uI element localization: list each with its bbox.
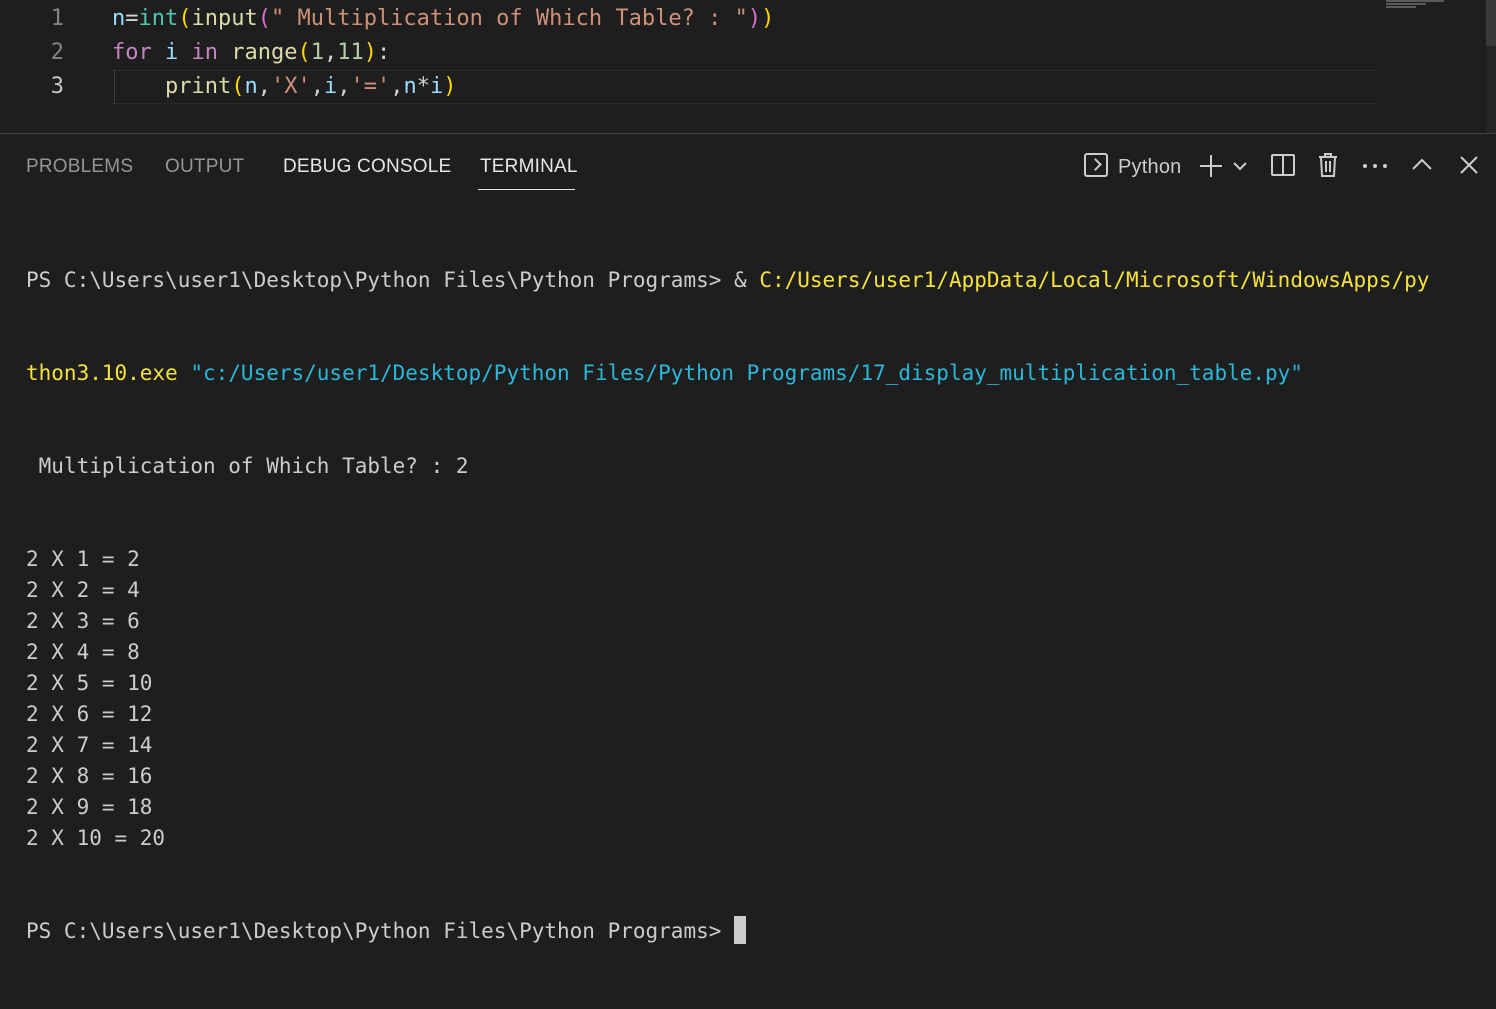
call-operator: & (734, 268, 760, 292)
close-icon[interactable] (1459, 155, 1479, 175)
code-line[interactable]: 2 for i in range(1,11): (0, 36, 1400, 70)
code-token: for (112, 40, 152, 65)
code-token: ( (257, 6, 271, 31)
code-token: print (164, 74, 232, 99)
code-token: i (429, 74, 444, 99)
code-token: n (403, 74, 417, 99)
code-token: i (323, 74, 338, 99)
code-text: print(n,'X',i,'=',n*i) (112, 70, 456, 104)
code-token: * (416, 74, 430, 99)
output-line: 2 X 9 = 18 (26, 795, 153, 819)
tab-output[interactable]: OUTPUT (165, 156, 244, 178)
input-prompt-line: Multiplication of Which Table? : 2 (26, 454, 469, 478)
chevron-down-icon[interactable] (1232, 158, 1248, 174)
line-number: 1 (50, 6, 64, 31)
code-token: ) (443, 74, 457, 99)
code-token: " Multiplication of Which Table? : " (270, 6, 748, 31)
active-tab-indicator (478, 189, 575, 190)
code-token: '=' (350, 74, 391, 99)
command-line-wrap: thon3.10.exe "c:/Users/user1/Desktop/Pyt… (26, 358, 1476, 389)
split-icon[interactable] (1271, 154, 1295, 176)
final-prompt-line[interactable]: PS C:\Users\user1\Desktop\Python Files\P… (26, 916, 1476, 947)
code-token: , (323, 40, 338, 65)
code-token: ) (363, 40, 377, 65)
terminal-output[interactable]: PS C:\Users\user1\Desktop\Python Files\P… (26, 203, 1476, 1009)
maximize-icon[interactable] (1411, 156, 1433, 172)
tab-terminal[interactable]: TERMINAL (480, 156, 578, 178)
output-line: 2 X 8 = 16 (26, 764, 153, 788)
code-token: = (125, 6, 139, 31)
bottom-panel: PROBLEMS OUTPUT DEBUG CONSOLE TERMINAL P… (0, 133, 1496, 944)
add-icon[interactable] (1198, 153, 1224, 179)
python-exe-path-cont: thon3.10.exe (26, 361, 178, 385)
code-token: n (244, 74, 258, 99)
code-token: ( (231, 74, 245, 99)
code-token: ) (747, 6, 762, 31)
code-token: range (231, 40, 298, 65)
code-token: , (390, 74, 404, 99)
code-editor[interactable]: 1 n=int(input(" Multiplication of Which T… (0, 0, 1496, 133)
terminal-icon[interactable] (1084, 153, 1108, 177)
more-icon[interactable] (1362, 162, 1388, 170)
command-line: PS C:\Users\user1\Desktop\Python Files\P… (26, 265, 1476, 296)
terminal-cursor (734, 916, 747, 944)
code-token: ( (178, 6, 192, 31)
panel-tabs: PROBLEMS OUTPUT DEBUG CONSOLE TERMINAL P… (0, 134, 1496, 190)
output-line: 2 X 1 = 2 (26, 547, 140, 571)
code-token: int (138, 6, 179, 31)
output-line: 2 X 2 = 4 (26, 578, 140, 602)
prompt: PS C:\Users\user1\Desktop\Python Files\P… (26, 919, 735, 943)
code-token: : (376, 40, 391, 65)
code-text: for i in range(1,11): (112, 36, 390, 70)
code-token: ( (297, 40, 311, 65)
minimap[interactable] (1386, 0, 1446, 10)
trash-icon[interactable] (1316, 152, 1340, 178)
python-exe-path: C:/Users/user1/AppData/Local/Microsoft/W… (759, 268, 1430, 292)
script-path-argument: "c:/Users/user1/Desktop/Python Files/Pyt… (177, 361, 1303, 385)
code-token: 1 (310, 40, 324, 65)
code-token: i (151, 40, 192, 65)
code-token: 'X' (270, 74, 311, 99)
code-token: 11 (337, 40, 364, 65)
output-line: 2 X 3 = 6 (26, 609, 140, 633)
tab-problems[interactable]: PROBLEMS (26, 156, 133, 178)
scrollbar-thumb[interactable] (1486, 0, 1496, 46)
code-token: ) (761, 6, 775, 31)
code-token: n (112, 6, 126, 31)
code-line[interactable]: 3 print(n,'X',i,'=',n*i) (0, 70, 1400, 104)
output-line: 2 X 4 = 8 (26, 640, 140, 664)
code-token: in (191, 40, 219, 65)
code-text: n=int(input(" Multiplication of Which Ta… (112, 2, 774, 36)
output-line: 2 X 10 = 20 (26, 826, 166, 850)
line-number: 2 (50, 40, 64, 65)
tab-debug-console[interactable]: DEBUG CONSOLE (283, 156, 451, 178)
code-token: , (310, 74, 324, 99)
terminal-name[interactable]: Python (1118, 156, 1181, 179)
prompt: PS C:\Users\user1\Desktop\Python Files\P… (26, 268, 735, 292)
output-line: 2 X 6 = 12 (26, 702, 153, 726)
code-line[interactable]: 1 n=int(input(" Multiplication of Which T… (0, 2, 1400, 36)
code-token: , (337, 74, 351, 99)
code-token: input (191, 6, 258, 31)
output-line: 2 X 5 = 10 (26, 671, 153, 695)
output-line: 2 X 7 = 14 (26, 733, 153, 757)
code-token: , (257, 74, 271, 99)
editor-scrollbar[interactable] (1486, 0, 1496, 133)
line-number: 3 (50, 74, 64, 99)
